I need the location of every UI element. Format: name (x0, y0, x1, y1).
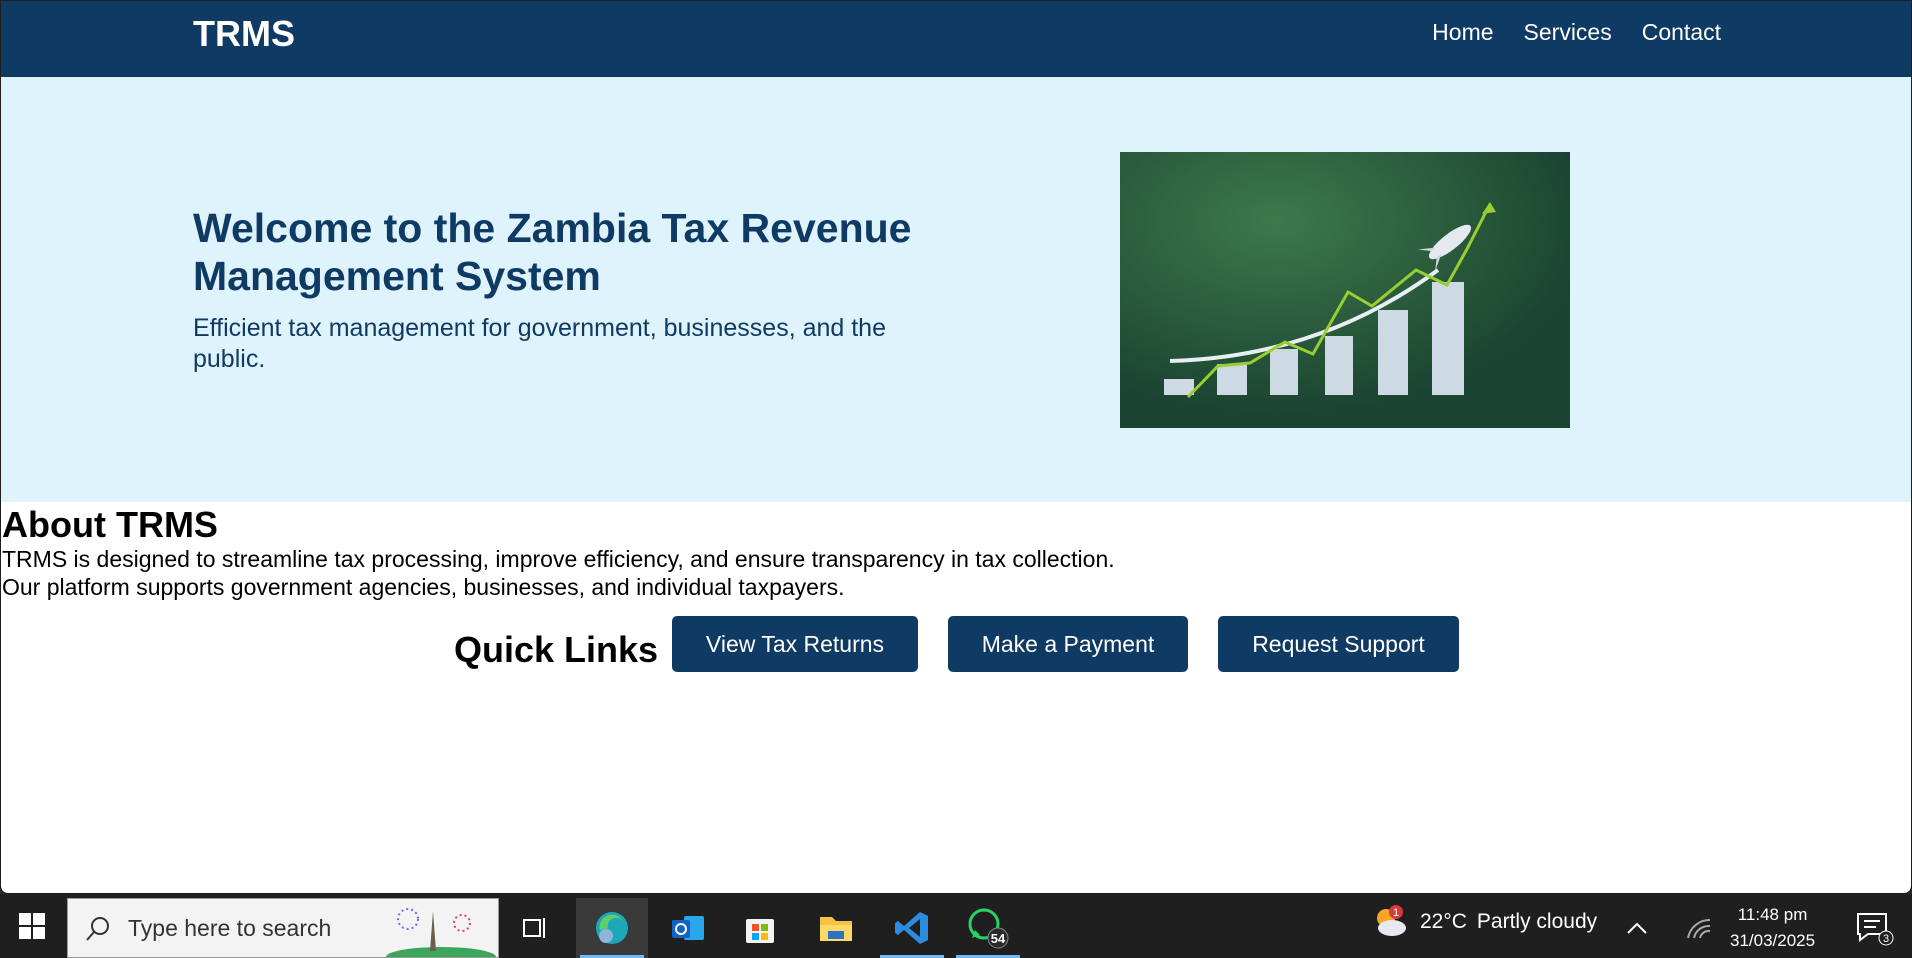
make-payment-button[interactable]: Make a Payment (948, 616, 1188, 672)
outlook-button[interactable] (652, 898, 724, 958)
folder-icon (820, 917, 852, 941)
notifications-badge: 3 (1883, 933, 1889, 945)
network-button[interactable] (1674, 898, 1724, 958)
nav-link-home[interactable]: Home (1432, 19, 1493, 46)
about-line-2: Our platform supports government agencie… (2, 574, 845, 600)
start-button[interactable] (0, 894, 64, 958)
nav-link-contact[interactable]: Contact (1642, 19, 1721, 46)
hero-growth-image (1120, 152, 1570, 428)
edge-browser-button[interactable] (576, 898, 648, 958)
view-tax-returns-button[interactable]: View Tax Returns (672, 616, 918, 672)
whatsapp-icon: 54 (968, 908, 1009, 949)
hero-title: Welcome to the Zambia Tax Revenue Manage… (193, 205, 912, 299)
store-icon (746, 919, 774, 943)
hero-subtitle: Efficient tax management for government,… (193, 314, 886, 373)
weather-desc: Partly cloudy (1476, 910, 1598, 933)
vscode-button[interactable] (876, 898, 948, 958)
weather-widget[interactable]: 1 22°C Partly cloudy (1370, 904, 1597, 940)
chevron-up-icon (1627, 922, 1647, 934)
file-explorer-button[interactable] (800, 898, 872, 958)
bar-3 (1270, 349, 1298, 395)
about-title: About TRMS (2, 504, 218, 545)
outlook-icon (672, 916, 704, 940)
taskbar-search-box[interactable]: Type here to search (67, 898, 499, 958)
microsoft-store-button[interactable] (724, 898, 796, 958)
bar-6 (1432, 282, 1464, 395)
vscode-icon (895, 912, 928, 944)
windows-taskbar: Type here to search 54 1 22°C Partly clo… (0, 894, 1912, 958)
search-highlight-eiffel-icon (386, 908, 496, 957)
show-hidden-icons-button[interactable] (1612, 898, 1662, 958)
nav-link-services[interactable]: Services (1524, 19, 1612, 46)
edge-icon (596, 912, 628, 944)
whatsapp-badge: 54 (991, 931, 1006, 946)
bar-5 (1378, 310, 1408, 395)
notifications-button[interactable]: 3 (1844, 898, 1904, 958)
system-clock[interactable]: 11:48 pm 31/03/2025 (1730, 902, 1815, 954)
top-navbar: TRMS Home Services Contact (1, 1, 1911, 77)
nav-links: Home Services Contact (1432, 19, 1721, 46)
notifications-icon: 3 (1857, 913, 1894, 946)
about-line-1: TRMS is designed to streamline tax proce… (2, 546, 1115, 572)
task-view-icon (523, 918, 545, 938)
whatsapp-button[interactable]: 54 (952, 898, 1024, 958)
browser-viewport: TRMS Home Services Contact Welcome to th… (0, 0, 1912, 894)
clock-time: 11:48 pm (1737, 905, 1808, 924)
weather-temp: 22°C (1420, 910, 1467, 933)
search-icon (86, 917, 109, 941)
bar-2 (1217, 364, 1247, 395)
weather-badge: 1 (1393, 907, 1399, 919)
wifi-icon (1687, 918, 1711, 939)
task-view-button[interactable] (500, 898, 572, 958)
clock-date: 31/03/2025 (1730, 931, 1816, 950)
about-text: TRMS is designed to streamline tax proce… (2, 545, 1115, 601)
hero-section: Welcome to the Zambia Tax Revenue Manage… (1, 77, 1911, 502)
weather-partly-cloudy-icon: 1 (1377, 905, 1406, 936)
bar-1 (1164, 379, 1194, 395)
windows-logo-icon (19, 913, 45, 939)
search-placeholder: Type here to search (128, 914, 332, 941)
brand-logo[interactable]: TRMS (193, 13, 295, 55)
quick-links-title: Quick Links (454, 629, 659, 670)
bar-4 (1325, 336, 1353, 395)
request-support-button[interactable]: Request Support (1218, 616, 1459, 672)
